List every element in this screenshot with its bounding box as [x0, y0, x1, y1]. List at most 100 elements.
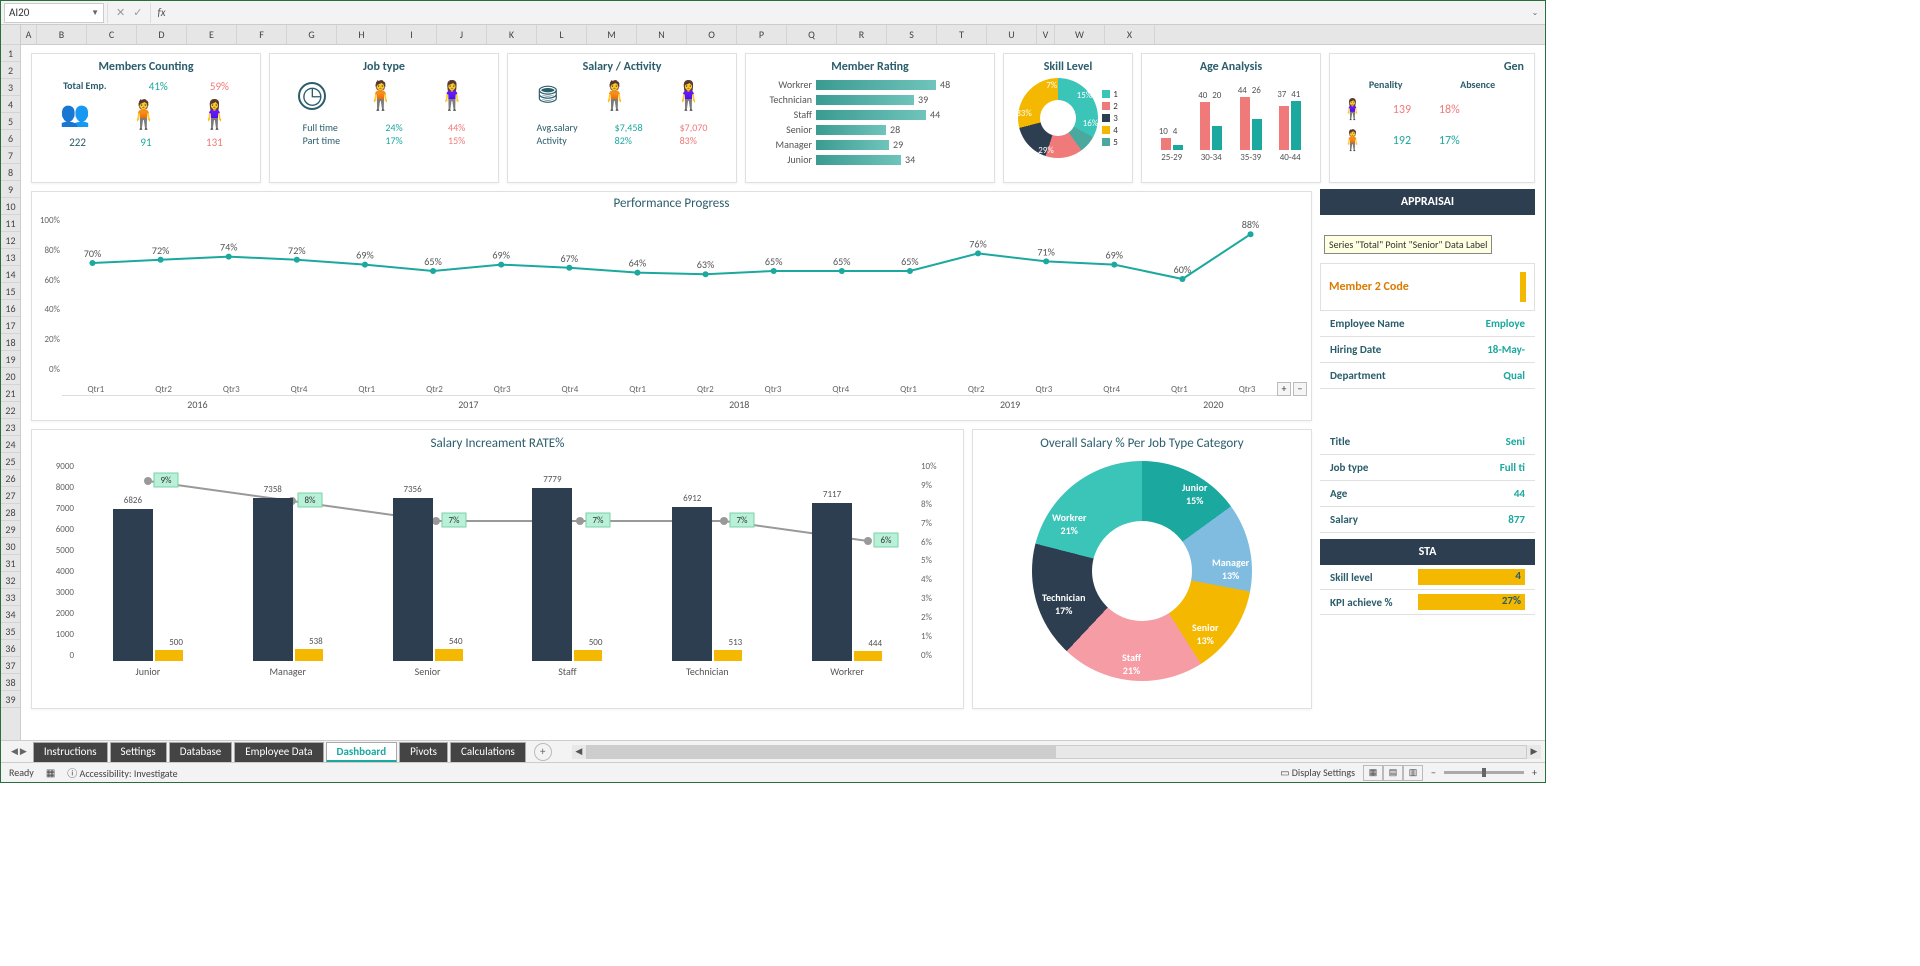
zoom-in-icon[interactable]: + — [1532, 766, 1537, 779]
row-header[interactable]: 3 — [1, 79, 20, 96]
row-header[interactable]: 26 — [1, 470, 20, 487]
zoom-in-icon[interactable]: + — [1277, 382, 1291, 396]
row-header[interactable]: 5 — [1, 113, 20, 130]
column-header[interactable]: V — [1037, 25, 1055, 44]
row-header[interactable]: 39 — [1, 691, 20, 708]
column-header[interactable]: G — [287, 25, 337, 44]
row-header[interactable]: 31 — [1, 555, 20, 572]
page-layout-icon[interactable]: ▤ — [1383, 765, 1403, 781]
display-settings[interactable]: ▭ Display Settings — [1280, 766, 1355, 779]
name-box[interactable]: AI20 ▼ — [4, 3, 104, 23]
row-header[interactable]: 30 — [1, 538, 20, 555]
fx-icon[interactable]: fx — [151, 6, 171, 19]
member-code-selector[interactable]: Member 2 Code — [1320, 263, 1535, 311]
row-header[interactable]: 29 — [1, 521, 20, 538]
sheet-tab[interactable]: Database — [169, 742, 233, 762]
row-header[interactable]: 14 — [1, 266, 20, 283]
column-header[interactable]: O — [687, 25, 737, 44]
salary-increment-chart[interactable]: Salary Increament RATE% 9000800070006000… — [31, 429, 964, 709]
row-header[interactable]: 15 — [1, 283, 20, 300]
formula-input[interactable] — [172, 3, 1525, 23]
performance-chart[interactable]: Performance Progress 100%80%60%40%20%0% … — [31, 191, 1312, 421]
scroll-left-icon[interactable]: ◀ — [572, 746, 586, 757]
zoom-slider[interactable] — [1444, 771, 1524, 774]
sheet-tab[interactable]: Dashboard — [326, 742, 398, 762]
row-header[interactable]: 4 — [1, 96, 20, 113]
row-header[interactable]: 37 — [1, 657, 20, 674]
sheet-tab[interactable]: Employee Data — [234, 742, 323, 762]
confirm-icon[interactable]: ✓ — [133, 6, 142, 19]
row-header[interactable]: 13 — [1, 249, 20, 266]
row-header[interactable]: 2 — [1, 62, 20, 79]
formula-expand-icon[interactable]: ⌄ — [1525, 8, 1545, 18]
macro-record-icon[interactable]: ▦ — [46, 766, 55, 779]
horizontal-scrollbar[interactable]: ◀ ▶ — [572, 745, 1541, 759]
column-header[interactable]: B — [37, 25, 87, 44]
row-header[interactable]: 35 — [1, 623, 20, 640]
column-header[interactable]: P — [737, 25, 787, 44]
column-header[interactable]: K — [487, 25, 537, 44]
row-header[interactable]: 20 — [1, 368, 20, 385]
row-header[interactable]: 18 — [1, 334, 20, 351]
column-header[interactable]: A — [21, 25, 37, 44]
cancel-icon[interactable]: ✕ — [116, 6, 125, 19]
column-header[interactable]: D — [137, 25, 187, 44]
row-header[interactable]: 28 — [1, 504, 20, 521]
column-header[interactable]: T — [937, 25, 987, 44]
column-header[interactable]: S — [887, 25, 937, 44]
sheet-next-icon[interactable]: ▶ — [20, 746, 27, 757]
row-header[interactable]: 34 — [1, 606, 20, 623]
row-header[interactable]: 25 — [1, 453, 20, 470]
normal-view-icon[interactable]: ▦ — [1363, 765, 1383, 781]
column-header[interactable]: I — [387, 25, 437, 44]
scroll-right-icon[interactable]: ▶ — [1527, 746, 1541, 757]
row-header[interactable]: 24 — [1, 436, 20, 453]
column-header[interactable]: R — [837, 25, 887, 44]
row-header[interactable]: 11 — [1, 215, 20, 232]
column-header[interactable]: M — [587, 25, 637, 44]
sheet-tab[interactable]: Settings — [110, 742, 167, 762]
sheet-tab[interactable]: Pivots — [399, 742, 448, 762]
column-header[interactable]: N — [637, 25, 687, 44]
row-header[interactable]: 19 — [1, 351, 20, 368]
row-header[interactable]: 12 — [1, 232, 20, 249]
row-header[interactable]: 38 — [1, 674, 20, 691]
row-header[interactable]: 7 — [1, 147, 20, 164]
row-header[interactable]: 10 — [1, 198, 20, 215]
row-header[interactable]: 1 — [1, 45, 20, 62]
column-header[interactable]: E — [187, 25, 237, 44]
scroll-thumb[interactable] — [587, 746, 1057, 758]
name-box-dropdown-icon[interactable]: ▼ — [91, 8, 99, 18]
select-all-corner[interactable] — [1, 25, 20, 45]
row-header[interactable]: 9 — [1, 181, 20, 198]
row-header[interactable]: 22 — [1, 402, 20, 419]
add-sheet-button[interactable]: + — [534, 743, 552, 761]
row-header[interactable]: 17 — [1, 317, 20, 334]
row-header[interactable]: 36 — [1, 640, 20, 657]
page-break-icon[interactable]: ▥ — [1403, 765, 1423, 781]
row-header[interactable]: 23 — [1, 419, 20, 436]
column-header[interactable]: L — [537, 25, 587, 44]
row-header[interactable]: 27 — [1, 487, 20, 504]
column-header[interactable]: Q — [787, 25, 837, 44]
column-header[interactable]: W — [1055, 25, 1105, 44]
drag-handle-icon[interactable] — [1520, 272, 1526, 302]
zoom-out-icon[interactable]: − — [1431, 766, 1436, 779]
row-header[interactable]: 6 — [1, 130, 20, 147]
row-header[interactable]: 16 — [1, 300, 20, 317]
row-header[interactable]: 33 — [1, 589, 20, 606]
accessibility-icon[interactable]: ⓘ Accessibility: Investigate — [67, 765, 177, 780]
row-header[interactable]: 21 — [1, 385, 20, 402]
sheet-prev-icon[interactable]: ◀ — [11, 746, 18, 757]
sheet-tab[interactable]: Instructions — [33, 742, 108, 762]
column-header[interactable]: C — [87, 25, 137, 44]
row-header[interactable]: 8 — [1, 164, 20, 181]
column-header[interactable]: H — [337, 25, 387, 44]
column-header[interactable]: U — [987, 25, 1037, 44]
column-header[interactable]: X — [1105, 25, 1155, 44]
salary-pct-donut[interactable]: Overall Salary % Per Job Type Category J… — [972, 429, 1312, 709]
zoom-out-icon[interactable]: − — [1293, 382, 1307, 396]
sheet-tab[interactable]: Calculations — [450, 742, 526, 762]
column-header[interactable]: J — [437, 25, 487, 44]
row-header[interactable]: 32 — [1, 572, 20, 589]
